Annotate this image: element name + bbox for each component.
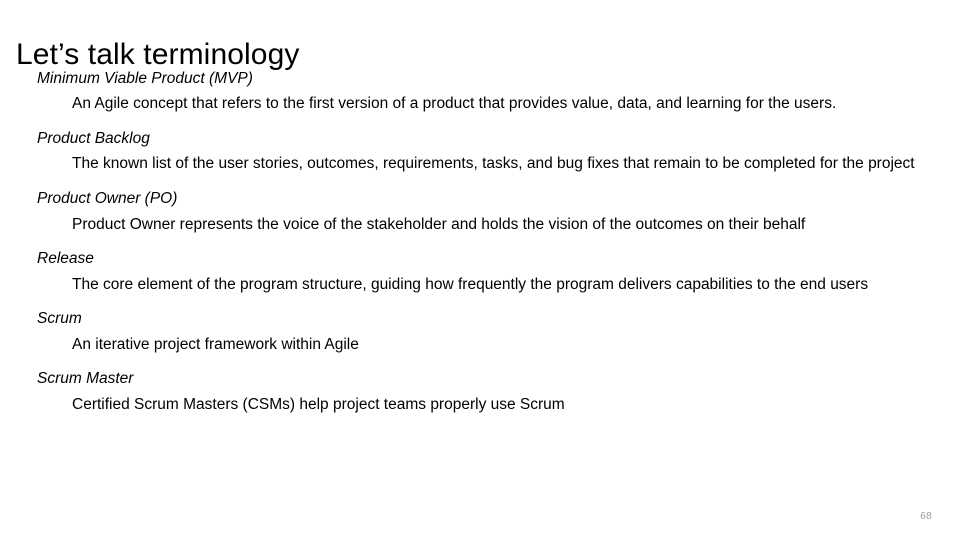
term-label-mvp: Minimum Viable Product (MVP) <box>37 70 253 87</box>
term-group-product-backlog: Product Backlog The known list of the us… <box>0 128 960 176</box>
term-group-scrum-master: Scrum Master Certified Scrum Masters (CS… <box>0 368 960 416</box>
term-label-release: Release <box>37 250 94 268</box>
terminology-list: Minimum Viable Product (MVP) An Agile co… <box>0 68 960 416</box>
term-group-mvp: Minimum Viable Product (MVP) An Agile co… <box>0 68 960 116</box>
term-label-scrum: Scrum <box>37 310 82 328</box>
term-definition-scrum-master: Certified Scrum Masters (CSMs) help proj… <box>72 395 565 413</box>
term-label-product-backlog: Product Backlog <box>37 130 150 148</box>
term-definition-mvp: An Agile concept that refers to the firs… <box>72 95 837 113</box>
term-group-release: Release The core element of the program … <box>0 248 960 296</box>
term-group-scrum: Scrum An iterative project framework wit… <box>0 308 960 356</box>
slide-canvas: Let’s talk terminology Minimum Viable Pr… <box>0 0 960 540</box>
term-definition-product-backlog: The known list of the user stories, outc… <box>72 155 915 173</box>
term-definition-scrum: An iterative project framework within Ag… <box>72 335 359 353</box>
term-label-scrum-master: Scrum Master <box>37 370 134 388</box>
term-label-product-owner: Product Owner (PO) <box>37 190 178 208</box>
term-definition-release: The core element of the program structur… <box>72 275 869 293</box>
term-group-product-owner: Product Owner (PO) Product Owner represe… <box>0 188 960 236</box>
term-definition-product-owner: Product Owner represents the voice of th… <box>72 215 806 233</box>
page-number: 68 <box>920 511 932 522</box>
